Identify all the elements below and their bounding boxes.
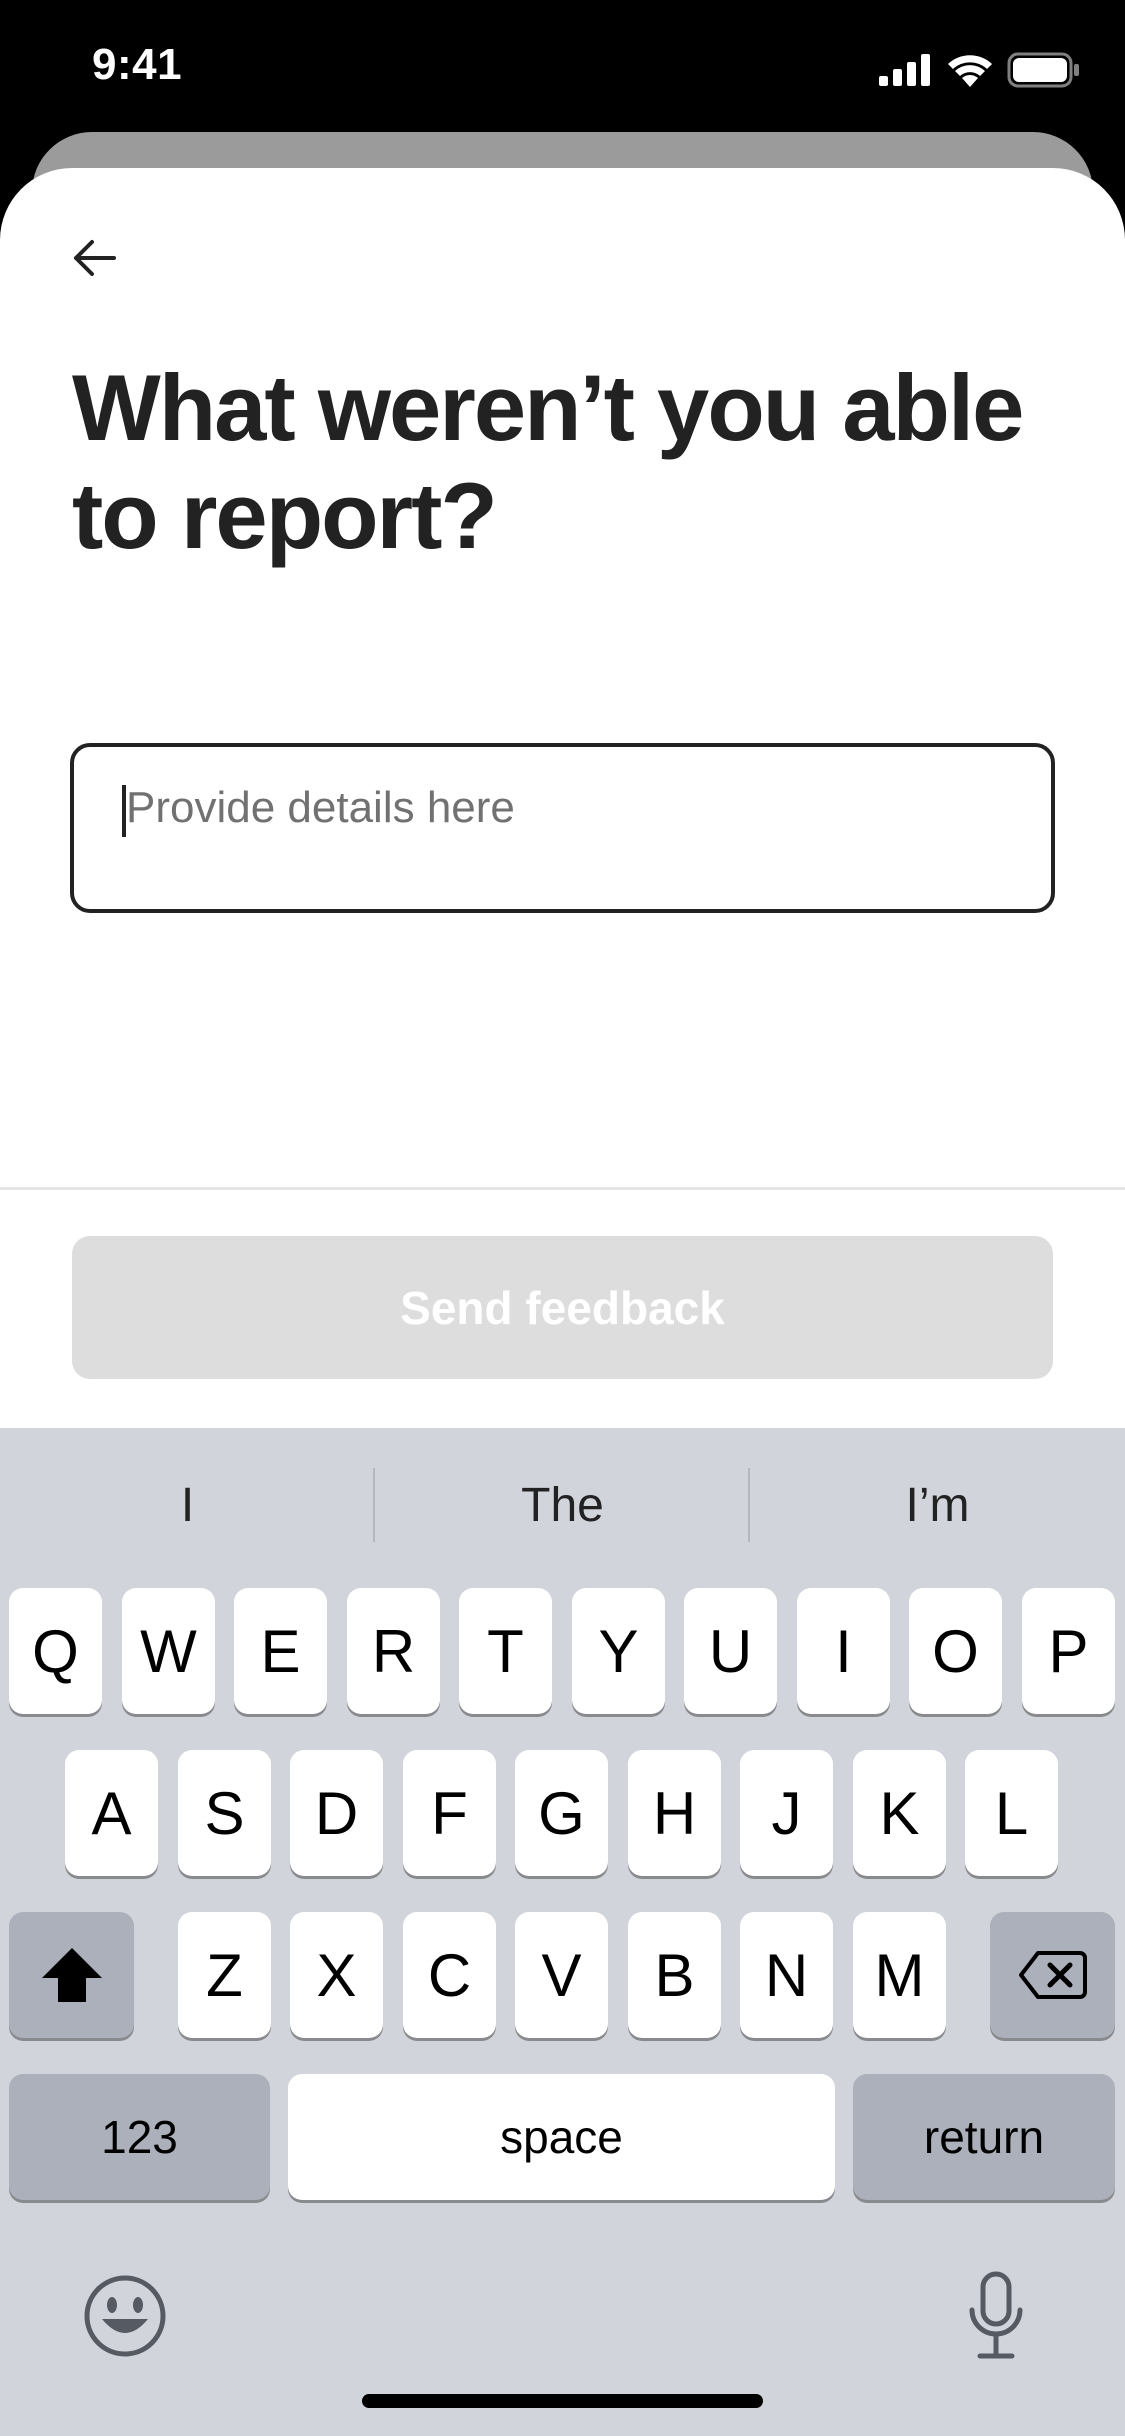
return-key[interactable]: return (853, 2074, 1115, 2200)
key-d[interactable]: D (290, 1750, 383, 1876)
key-b[interactable]: B (628, 1912, 721, 2038)
back-button[interactable] (62, 226, 126, 290)
key-q[interactable]: Q (9, 1588, 102, 1714)
key-j[interactable]: J (740, 1750, 833, 1876)
key-i[interactable]: I (797, 1588, 890, 1714)
key-n[interactable]: N (740, 1912, 833, 2038)
key-l[interactable]: L (965, 1750, 1058, 1876)
details-input-container[interactable] (70, 743, 1055, 913)
key-h[interactable]: H (628, 1750, 721, 1876)
key-z[interactable]: Z (178, 1912, 271, 2038)
key-w[interactable]: W (122, 1588, 215, 1714)
key-p[interactable]: P (1022, 1588, 1115, 1714)
suggestion-item[interactable]: The (375, 1428, 750, 1582)
key-y[interactable]: Y (572, 1588, 665, 1714)
suggestion-item[interactable]: I’m (750, 1428, 1125, 1582)
key-f[interactable]: F (403, 1750, 496, 1876)
key-o[interactable]: O (909, 1588, 1002, 1714)
status-time: 9:41 (92, 40, 183, 89)
microphone-icon[interactable] (966, 2270, 1026, 2362)
key-a[interactable]: A (65, 1750, 158, 1876)
battery-icon (1007, 52, 1079, 88)
home-indicator (362, 2394, 763, 2408)
footer-divider (0, 1187, 1125, 1190)
status-icons (879, 52, 1081, 88)
key-c[interactable]: C (403, 1912, 496, 2038)
key-k[interactable]: K (853, 1750, 946, 1876)
key-m[interactable]: M (853, 1912, 946, 2038)
suggestion-bar: I The I’m (0, 1428, 1125, 1582)
emoji-icon[interactable] (82, 2273, 168, 2359)
key-v[interactable]: V (515, 1912, 608, 2038)
numbers-key[interactable]: 123 (9, 2074, 270, 2200)
suggestion-item[interactable]: I (0, 1428, 375, 1582)
send-feedback-button[interactable]: Send feedback (72, 1236, 1053, 1379)
signal-icon (879, 54, 930, 86)
key-x[interactable]: X (290, 1912, 383, 2038)
key-u[interactable]: U (684, 1588, 777, 1714)
key-e[interactable]: E (234, 1588, 327, 1714)
details-input[interactable] (126, 773, 1026, 843)
shift-key[interactable] (9, 1912, 134, 2038)
keyboard: I The I’m Q W E R T Y U I O P A S D F G … (0, 1428, 1125, 2436)
key-t[interactable]: T (459, 1588, 552, 1714)
wifi-icon (948, 55, 992, 87)
status-bar: 9:41 (0, 0, 1125, 134)
shift-icon (41, 1948, 102, 2002)
space-key[interactable]: space (288, 2074, 835, 2200)
delete-key[interactable] (990, 1912, 1115, 2038)
key-s[interactable]: S (178, 1750, 271, 1876)
page-title: What weren’t you able to report? (72, 355, 1024, 568)
key-g[interactable]: G (515, 1750, 608, 1876)
key-r[interactable]: R (347, 1588, 440, 1714)
backspace-icon (1018, 1951, 1087, 1999)
arrow-left-icon (74, 240, 116, 276)
